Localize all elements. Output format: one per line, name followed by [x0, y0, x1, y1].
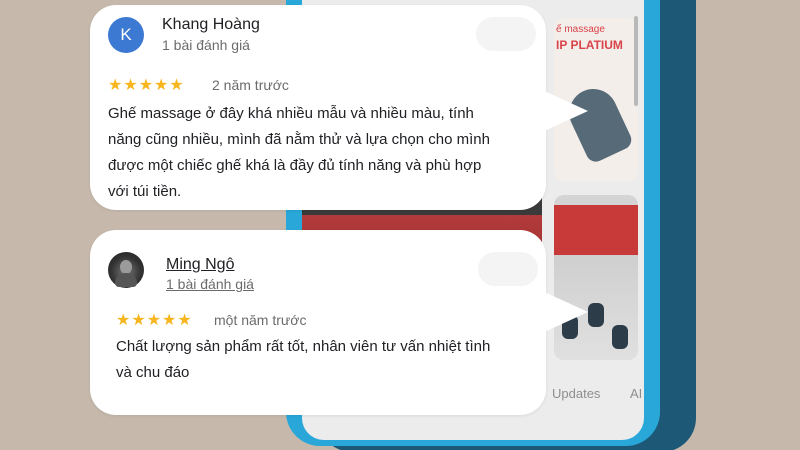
reviewer-name[interactable]: Khang Hoàng [162, 16, 260, 34]
speech-tail [540, 290, 588, 334]
star-rating: ★★★★★ [108, 77, 185, 94]
review-line: Chất lượng sản phẩm rất tốt, nhân viên t… [116, 338, 491, 355]
thumb-brand: IP PLATIUM [556, 38, 623, 52]
more-options-button[interactable] [478, 252, 538, 286]
avatar[interactable]: K [108, 17, 144, 53]
review-card: K Khang Hoàng 1 bài đánh giá ★★★★★ 2 năm… [90, 5, 588, 210]
review-text: Chất lượng sản phẩm rất tốt, nhân viên t… [116, 334, 536, 386]
review-line: được một chiếc ghế khá là đầy đủ tính nă… [108, 157, 482, 174]
avatar-body [115, 273, 137, 287]
review-line: và chu đáo [116, 364, 190, 381]
avatar-face [120, 260, 132, 274]
chair-icon [588, 303, 604, 327]
photo-thumbnail-showroom[interactable] [554, 195, 638, 360]
review-count: 1 bài đánh giá [162, 37, 250, 53]
star-rating: ★★★★★ [116, 312, 193, 329]
review-line: với túi tiền. [108, 183, 182, 200]
review-time: một năm trước [214, 312, 307, 328]
tab-updates[interactable]: Updates [552, 386, 600, 401]
review-time: 2 năm trước [212, 77, 289, 93]
scrollbar[interactable] [634, 16, 638, 106]
thumb-caption: ế massage [556, 24, 605, 35]
showroom-wall [554, 205, 638, 255]
speech-tail [540, 89, 588, 133]
bottom-tabs: Updates AI [542, 380, 644, 410]
review-line: Ghế massage ở đây khá nhiều mẫu và nhiều… [108, 105, 474, 122]
tab-ai[interactable]: AI [630, 386, 642, 401]
review-count[interactable]: 1 bài đánh giá [166, 276, 254, 292]
more-options-button[interactable] [476, 17, 536, 51]
chair-icon [612, 325, 628, 349]
review-line: năng cũng nhiều, mình đã nằm thử và lựa … [108, 131, 490, 148]
avatar[interactable] [108, 252, 144, 288]
review-card: Ming Ngô 1 bài đánh giá ★★★★★ một năm tr… [90, 230, 588, 415]
review-text: Ghế massage ở đây khá nhiều mẫu và nhiều… [108, 101, 538, 205]
avatar-letter: K [120, 25, 132, 44]
reviewer-name[interactable]: Ming Ngô [166, 256, 234, 274]
